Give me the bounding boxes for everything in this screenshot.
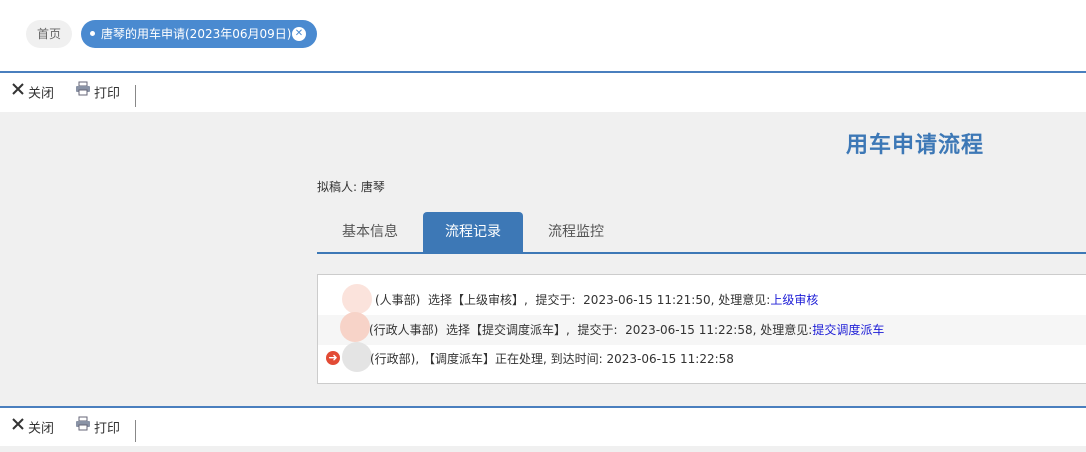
page-title: 用车申请流程	[846, 133, 985, 158]
record-action: 选择【上级审核】,	[428, 293, 528, 307]
record-current-text: (行政部), 【调度派车】正在处理, 到达时间: 2023-06-15 11:2…	[370, 352, 734, 366]
process-tabs: 基本信息 流程记录 流程监控	[317, 212, 1086, 254]
print-button-label: 打印	[94, 421, 121, 437]
record-opinion-link[interactable]: 提交调度派车	[812, 323, 884, 337]
record-row: (行政人事部) 选择【提交调度派车】, 提交于: 2023-06-15 11:2…	[318, 312, 1086, 345]
tab-home[interactable]: 首页	[26, 20, 72, 48]
avatar	[342, 342, 372, 372]
close-icon	[11, 73, 25, 113]
print-button[interactable]: 打印	[75, 408, 120, 446]
print-button[interactable]: 打印	[75, 74, 120, 114]
record-row-current: ➜ (行政部), 【调度派车】正在处理, 到达时间: 2023-06-15 11…	[318, 342, 1086, 374]
record-dept: (人事部)	[375, 293, 421, 307]
process-record-list: (人事部) 选择【上级审核】, 提交于: 2023-06-15 11:21:50…	[317, 274, 1086, 384]
record-row: (人事部) 选择【上级审核】, 提交于: 2023-06-15 11:21:50…	[318, 284, 1086, 315]
tab-basic-info[interactable]: 基本信息	[317, 212, 423, 252]
record-time: 2023-06-15 11:21:50,	[583, 293, 715, 307]
printer-icon	[75, 407, 91, 449]
close-icon	[11, 407, 25, 449]
toolbar-top: 关闭 打印	[0, 74, 1086, 114]
tab-close-icon[interactable]: ✕	[292, 27, 306, 41]
toolbar-separator	[135, 85, 136, 107]
record-action: 选择【提交调度派车】,	[446, 323, 570, 337]
avatar	[340, 312, 370, 342]
record-submitted-label: 提交于:	[577, 323, 618, 337]
drafter-line: 拟稿人: 唐琴	[317, 178, 385, 195]
top-tab-strip: 首页 唐琴的用车申请(2023年06月09日) ✕	[0, 0, 1086, 71]
tab-vehicle-request-label: 唐琴的用车申请(2023年06月09日)	[101, 27, 292, 41]
close-button[interactable]: 关闭	[11, 408, 54, 446]
close-button-label: 关闭	[28, 421, 55, 437]
active-dot-icon	[90, 31, 95, 36]
drafter-name: 唐琴	[360, 180, 385, 194]
record-dept: (行政人事部)	[369, 323, 439, 337]
toolbar-bottom: 关闭 打印	[0, 408, 1086, 446]
print-button-label: 打印	[94, 86, 121, 102]
drafter-label: 拟稿人:	[317, 180, 358, 194]
tab-process-record[interactable]: 流程记录	[423, 212, 523, 252]
close-button-label: 关闭	[28, 86, 55, 102]
printer-icon	[75, 73, 91, 113]
record-time: 2023-06-15 11:22:58,	[625, 323, 757, 337]
bottom-content-edge	[0, 446, 1086, 452]
arrow-right-icon: ➜	[326, 351, 340, 365]
record-opinion-label: 处理意见:	[718, 293, 771, 307]
record-opinion-link[interactable]: 上级审核	[770, 293, 818, 307]
tab-vehicle-request[interactable]: 唐琴的用车申请(2023年06月09日) ✕	[81, 20, 317, 48]
main-content: 用车申请流程 拟稿人: 唐琴 基本信息 流程记录 流程监控 (人事部) 选择【上…	[0, 112, 1086, 406]
close-button[interactable]: 关闭	[11, 74, 54, 114]
record-opinion-label: 处理意见:	[760, 323, 813, 337]
avatar	[342, 284, 372, 314]
record-submitted-label: 提交于:	[535, 293, 576, 307]
tab-process-monitor[interactable]: 流程监控	[523, 212, 629, 252]
divider-top	[0, 71, 1086, 73]
toolbar-separator	[135, 420, 136, 442]
